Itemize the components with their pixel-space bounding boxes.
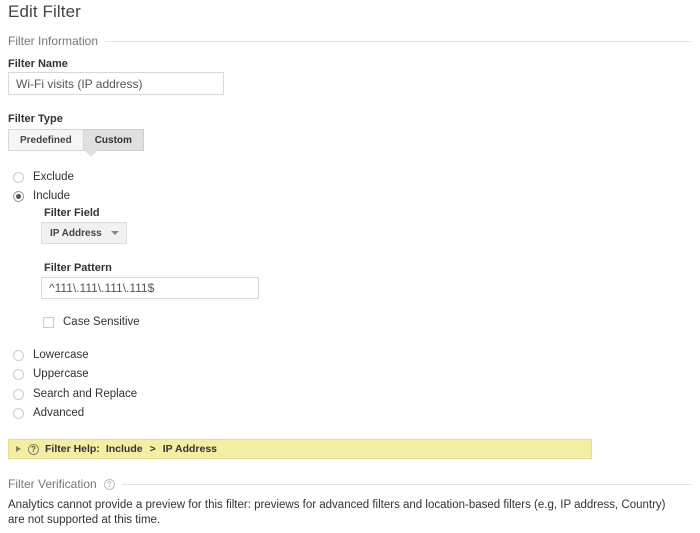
filter-field-label: Filter Field [44,207,100,219]
chevron-down-icon [110,231,119,235]
radio-label-include: Include [33,190,71,202]
filter-name-label: Filter Name [8,58,68,70]
filter-verification-label: Filter Verification [8,477,97,491]
section-header-filter-verification: Filter Verification ? [8,477,692,491]
filter-help-prefix: Filter Help: [45,443,100,455]
case-sensitive-label: Case Sensitive [63,316,140,328]
section-header-filter-information: Filter Information [8,34,692,48]
radio-row-exclude[interactable]: Exclude [13,171,74,183]
filter-pattern-input[interactable] [41,277,259,299]
radio-row-search-and-replace[interactable]: Search and Replace [13,388,137,400]
filter-help-bar[interactable]: ? Filter Help: Include > IP Address [8,439,592,459]
tab-custom[interactable]: Custom [83,129,144,151]
case-sensitive-row[interactable]: Case Sensitive [43,316,140,328]
section-header-label: Filter Information [8,34,99,48]
radio-advanced-icon[interactable] [13,407,24,419]
radio-label-advanced: Advanced [33,407,85,419]
filter-help-mode: Include [105,443,143,455]
filter-pattern-label: Filter Pattern [44,262,112,274]
case-sensitive-checkbox[interactable] [43,316,54,328]
radio-label-exclude: Exclude [33,171,74,183]
radio-label-lowercase: Lowercase [33,349,89,361]
radio-include-icon[interactable] [13,190,24,202]
filter-verification-message: Analytics cannot provide a preview for t… [8,499,666,526]
filter-type-tab-group: Predefined Custom [8,129,144,151]
disclosure-triangle-icon[interactable] [16,446,21,452]
filter-field-select[interactable]: IP Address [41,222,127,244]
filter-name-input[interactable] [8,72,224,95]
radio-row-include[interactable]: Include [13,190,70,202]
radio-lowercase-icon[interactable] [13,349,24,361]
radio-row-advanced[interactable]: Advanced [13,407,84,419]
question-mark-icon[interactable]: ? [103,478,115,490]
filter-help-separator: > [149,443,156,455]
question-mark-icon: ? [28,443,39,455]
filter-field-select-value: IP Address [50,227,102,239]
radio-exclude-icon[interactable] [13,171,24,183]
radio-row-lowercase[interactable]: Lowercase [13,349,89,361]
radio-row-uppercase[interactable]: Uppercase [13,368,89,380]
radio-label-search-and-replace: Search and Replace [33,388,138,400]
radio-uppercase-icon[interactable] [13,368,24,380]
radio-search-and-replace-icon[interactable] [13,388,24,400]
page-title: Edit Filter [8,2,81,21]
edit-filter-page: Edit Filter Filter Information Filter Na… [0,0,700,533]
filter-type-label: Filter Type [8,113,63,125]
tab-predefined[interactable]: Predefined [8,129,84,151]
section-divider-rule [121,483,692,485]
section-divider-rule [105,40,692,42]
radio-label-uppercase: Uppercase [33,368,89,380]
filter-help-field: IP Address [162,443,218,455]
tab-selected-caret-icon [84,150,98,157]
